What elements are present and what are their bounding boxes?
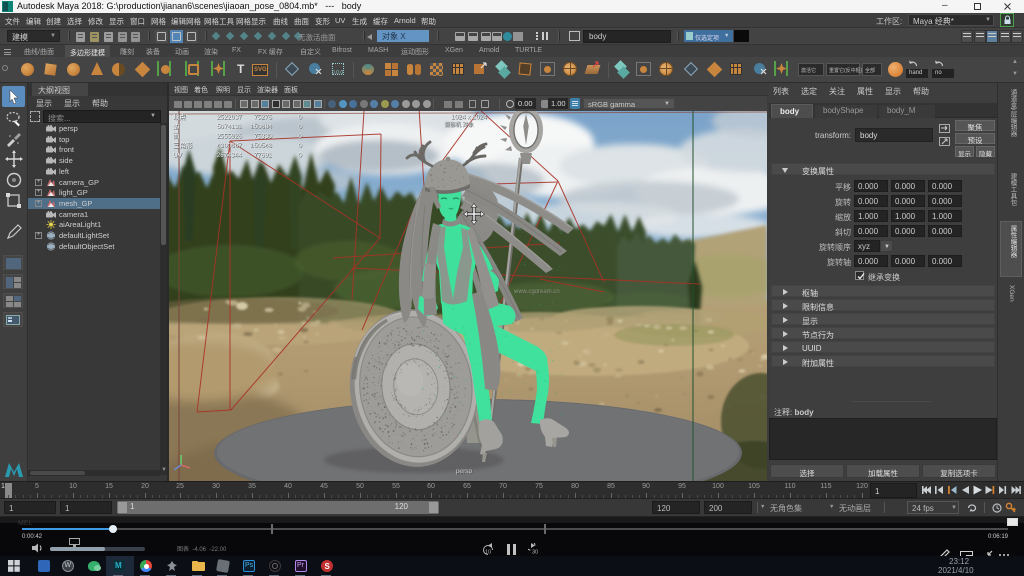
svg-text:150548: 150548 <box>250 143 272 150</box>
svg-text:75330: 75330 <box>254 133 272 140</box>
svg-text:面: 面 <box>173 132 180 140</box>
svg-text:2522037: 2522037 <box>217 114 243 121</box>
svg-text:75276: 75276 <box>254 114 272 121</box>
svg-text:0: 0 <box>298 152 302 159</box>
svg-text:0: 0 <box>298 124 302 131</box>
svg-text:2555926: 2555926 <box>217 133 243 140</box>
svg-text:persp: persp <box>456 468 473 475</box>
svg-text:0: 0 <box>298 133 302 140</box>
svg-text:www.cgdream.cn: www.cgdream.cn <box>513 289 560 295</box>
svg-text:顶点: 顶点 <box>173 113 187 121</box>
svg-text:5074131: 5074131 <box>217 124 243 131</box>
svg-text:4300667: 4300667 <box>217 143 243 150</box>
svg-text:边: 边 <box>173 123 180 131</box>
svg-text:150684: 150684 <box>250 124 272 131</box>
svg-text:摄影机 对象: 摄影机 对象 <box>444 121 474 129</box>
svg-text:1024 x 1024: 1024 x 1024 <box>451 114 487 121</box>
svg-text:30: 30 <box>532 550 538 556</box>
svg-text:77691: 77691 <box>254 152 272 159</box>
svg-text:0: 0 <box>298 114 302 121</box>
svg-text:三角形: 三角形 <box>173 141 193 150</box>
svg-text:UV: UV <box>173 152 183 159</box>
svg-text:2674344: 2674344 <box>217 152 243 159</box>
svg-text:0: 0 <box>298 143 302 150</box>
svg-text:10: 10 <box>485 550 491 556</box>
